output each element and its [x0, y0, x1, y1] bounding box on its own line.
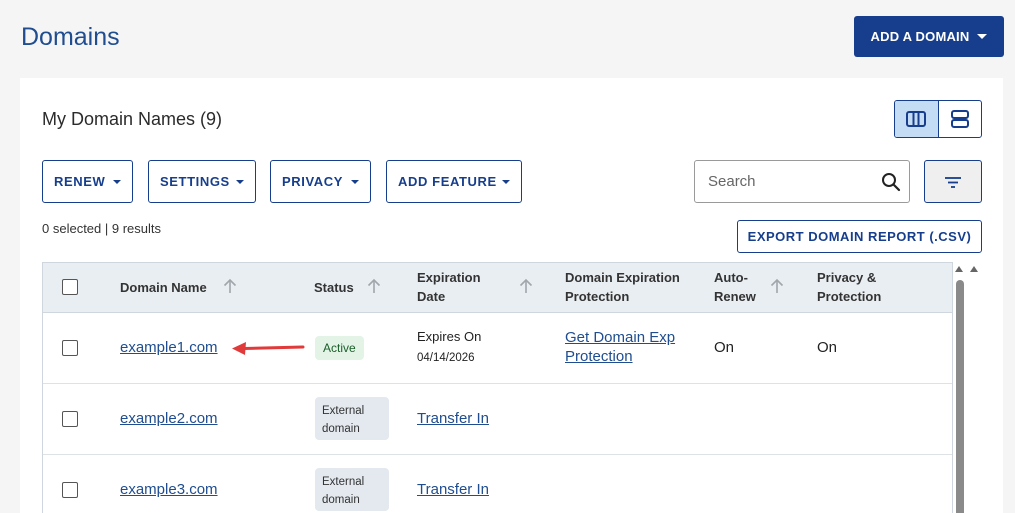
sort-arrow-up-icon[interactable]	[519, 278, 533, 294]
search-input[interactable]	[708, 173, 868, 190]
settings-label: SETTINGS	[160, 174, 230, 189]
status-badge: External domain	[315, 468, 389, 511]
rows-icon	[950, 110, 969, 128]
caret-down-icon	[113, 180, 121, 184]
add-domain-button[interactable]: ADD A DOMAIN	[854, 16, 1004, 57]
column-view-button[interactable]	[895, 101, 939, 137]
card-title: My Domain Names (9)	[42, 109, 223, 129]
settings-dropdown[interactable]: SETTINGS	[148, 160, 256, 203]
table-row: example3.com External domain Transfer In	[43, 455, 952, 513]
renew-dropdown[interactable]: RENEW	[42, 160, 133, 203]
privacy-value: On	[817, 339, 838, 356]
domains-card: My Domain Names (9) RENEW SETTINGS PRIVA…	[20, 78, 1003, 513]
filter-icon	[945, 176, 961, 188]
add-feature-label: ADD FEATURE	[398, 174, 497, 189]
add-feature-dropdown[interactable]: ADD FEATURE	[386, 160, 522, 203]
transfer-in-link[interactable]: Transfer In	[417, 481, 489, 498]
status-badge: Active	[315, 336, 364, 360]
scrollbar-thumb[interactable]	[956, 280, 964, 513]
transfer-in-link[interactable]: Transfer In	[417, 410, 489, 427]
caret-down-icon	[351, 180, 359, 184]
page-title: Domains	[21, 23, 120, 51]
filter-button[interactable]	[924, 160, 982, 203]
scroll-up-icon[interactable]	[955, 266, 963, 272]
columns-icon	[906, 111, 927, 127]
caret-down-icon	[977, 34, 988, 39]
domains-table: Domain Name Status Expiration Date Domai…	[42, 262, 953, 513]
col-domain-exp-protection: Domain Expiration Protection	[565, 270, 680, 304]
privacy-label: PRIVACY	[282, 174, 344, 189]
row-view-button[interactable]	[939, 101, 982, 137]
domain-link[interactable]: example3.com	[120, 481, 218, 498]
col-domain-name[interactable]: Domain Name	[120, 278, 207, 297]
add-domain-label: ADD A DOMAIN	[870, 29, 970, 44]
export-report-button[interactable]: EXPORT DOMAIN REPORT (.CSV)	[737, 220, 982, 253]
renew-label: RENEW	[54, 174, 106, 189]
table-row: example2.com External domain Transfer In	[43, 384, 952, 455]
get-exp-protection-link[interactable]: Get Domain Exp Protection	[565, 329, 675, 365]
domain-link[interactable]: example2.com	[120, 410, 218, 427]
caret-down-icon	[236, 180, 244, 184]
expires-label: Expires On	[417, 329, 482, 344]
results-count: 0 selected | 9 results	[42, 221, 161, 236]
col-auto-renew[interactable]: Auto- Renew	[714, 268, 756, 306]
status-badge: External domain	[315, 397, 389, 440]
domain-link[interactable]: example1.com	[120, 339, 218, 356]
table-row: example1.com Active Expires On 04/14/202…	[43, 313, 952, 384]
col-privacy-protection: Privacy & Protection	[817, 270, 882, 304]
search-box	[694, 160, 910, 203]
annotation-arrow-icon	[232, 342, 305, 355]
privacy-dropdown[interactable]: PRIVACY	[270, 160, 371, 203]
table-header: Domain Name Status Expiration Date Domai…	[43, 263, 952, 313]
scroll-up-icon[interactable]	[970, 266, 978, 272]
search-icon[interactable]	[881, 172, 901, 192]
row-checkbox[interactable]	[62, 482, 78, 498]
row-checkbox[interactable]	[62, 340, 78, 356]
auto-renew-value: On	[714, 339, 735, 356]
view-toggle	[894, 100, 982, 138]
expires-date: 04/14/2026	[417, 352, 475, 364]
row-checkbox[interactable]	[62, 411, 78, 427]
sort-arrow-up-icon[interactable]	[367, 278, 381, 294]
col-status[interactable]: Status	[314, 278, 354, 297]
sort-arrow-up-icon[interactable]	[223, 278, 237, 294]
select-all-checkbox[interactable]	[62, 279, 78, 295]
col-expiration-date[interactable]: Expiration Date	[417, 268, 481, 306]
sort-arrow-up-icon[interactable]	[770, 278, 784, 294]
caret-down-icon	[502, 180, 510, 184]
